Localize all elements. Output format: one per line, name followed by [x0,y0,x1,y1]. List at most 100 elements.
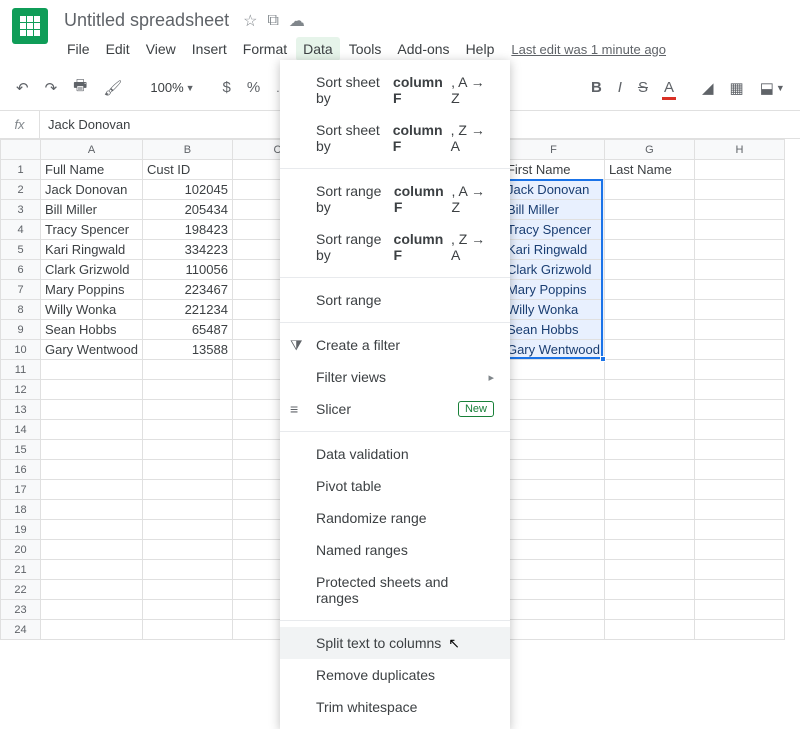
row-header[interactable]: 16 [1,460,41,480]
col-header-G[interactable]: G [604,140,694,160]
cell-F23[interactable] [502,600,604,620]
cell-A21[interactable] [41,560,143,580]
cell-B13[interactable] [142,400,232,420]
cell-G10[interactable] [604,340,694,360]
menu-sort-range[interactable]: Sort range [280,284,510,316]
cell-B21[interactable] [142,560,232,580]
cell-H17[interactable] [694,480,784,500]
cell-B8[interactable]: 221234 [142,300,232,320]
formula-input[interactable]: Jack Donovan [40,117,138,132]
cell-G7[interactable] [604,280,694,300]
menu-randomize-range[interactable]: Randomize range [280,502,510,534]
cell-A10[interactable]: Gary Wentwood [41,340,143,360]
menu-file[interactable]: File [60,37,97,61]
row-header[interactable]: 6 [1,260,41,280]
cell-F19[interactable] [502,520,604,540]
menu-tools[interactable]: Tools [342,37,389,61]
cell-G14[interactable] [604,420,694,440]
cell-H23[interactable] [694,600,784,620]
menu-format[interactable]: Format [236,37,294,61]
cell-G19[interactable] [604,520,694,540]
cell-G4[interactable] [604,220,694,240]
cell-A5[interactable]: Kari Ringwald [41,240,143,260]
menu-sort-range-za[interactable]: Sort range by column F, Z → A [280,223,510,271]
cell-F16[interactable] [502,460,604,480]
fill-color-button[interactable]: ◢ [696,75,720,101]
cell-F6[interactable]: Clark Grizwold [502,260,604,280]
cell-H18[interactable] [694,500,784,520]
cell-B24[interactable] [142,620,232,640]
cell-A8[interactable]: Willy Wonka [41,300,143,320]
cell-F5[interactable]: Kari Ringwald [502,240,604,260]
cell-H22[interactable] [694,580,784,600]
cell-A11[interactable] [41,360,143,380]
star-icon[interactable]: ☆ [243,11,257,31]
menu-split-text[interactable]: Split text to columns↖ [280,627,510,659]
menu-view[interactable]: View [139,37,183,61]
cell-H9[interactable] [694,320,784,340]
menu-protected-sheets[interactable]: Protected sheets and ranges [280,566,510,614]
row-header[interactable]: 9 [1,320,41,340]
menu-pivot-table[interactable]: Pivot table [280,470,510,502]
cell-G13[interactable] [604,400,694,420]
cell-B3[interactable]: 205434 [142,200,232,220]
menu-data-validation[interactable]: Data validation [280,438,510,470]
col-header-H[interactable]: H [694,140,784,160]
cell-G23[interactable] [604,600,694,620]
menu-remove-duplicates[interactable]: Remove duplicates [280,659,510,691]
cell-H21[interactable] [694,560,784,580]
menu-insert[interactable]: Insert [185,37,234,61]
cell-G9[interactable] [604,320,694,340]
cell-B4[interactable]: 198423 [142,220,232,240]
cell-B19[interactable] [142,520,232,540]
menu-sort-range-az[interactable]: Sort range by column F, A → Z [280,175,510,223]
cell-A3[interactable]: Bill Miller [41,200,143,220]
cell-H13[interactable] [694,400,784,420]
cell-G16[interactable] [604,460,694,480]
zoom-select[interactable]: 100%▼ [144,80,200,95]
text-color-button[interactable]: A [658,75,680,100]
row-header[interactable]: 22 [1,580,41,600]
bold-button[interactable]: B [585,75,608,100]
cell-H10[interactable] [694,340,784,360]
cell-A12[interactable] [41,380,143,400]
menu-sort-sheet-az[interactable]: Sort sheet by column F, A → Z [280,66,510,114]
cell-G12[interactable] [604,380,694,400]
currency-button[interactable]: $ [217,75,237,100]
cloud-icon[interactable]: ☁ [289,11,305,31]
menu-named-ranges[interactable]: Named ranges [280,534,510,566]
cell-A13[interactable] [41,400,143,420]
menu-filter-views[interactable]: Filter views▸ [280,361,510,393]
row-header[interactable]: 19 [1,520,41,540]
menu-help[interactable]: Help [459,37,502,61]
cell-B22[interactable] [142,580,232,600]
row-header[interactable]: 20 [1,540,41,560]
borders-button[interactable]: ▦ [724,75,750,101]
cell-G22[interactable] [604,580,694,600]
merge-button[interactable]: ⬓▼ [754,75,791,101]
cell-B20[interactable] [142,540,232,560]
cell-G11[interactable] [604,360,694,380]
cell-A24[interactable] [41,620,143,640]
row-header[interactable]: 17 [1,480,41,500]
cell-H5[interactable] [694,240,784,260]
row-header[interactable]: 13 [1,400,41,420]
cell-F8[interactable]: Willy Wonka [502,300,604,320]
cell-B17[interactable] [142,480,232,500]
menu-add-ons[interactable]: Add-ons [390,37,456,61]
cell-F15[interactable] [502,440,604,460]
row-header[interactable]: 11 [1,360,41,380]
cell-F2[interactable]: Jack Donovan [502,180,604,200]
cell-A1[interactable]: Full Name [41,160,143,180]
cell-A9[interactable]: Sean Hobbs [41,320,143,340]
cell-F11[interactable] [502,360,604,380]
col-header-B[interactable]: B [142,140,232,160]
undo-button[interactable]: ↶ [10,75,35,101]
row-header[interactable]: 4 [1,220,41,240]
cell-B2[interactable]: 102045 [142,180,232,200]
cell-H16[interactable] [694,460,784,480]
strike-button[interactable]: S [632,75,654,100]
cell-F9[interactable]: Sean Hobbs [502,320,604,340]
move-icon[interactable]: ⧉ [267,12,278,30]
cell-G3[interactable] [604,200,694,220]
